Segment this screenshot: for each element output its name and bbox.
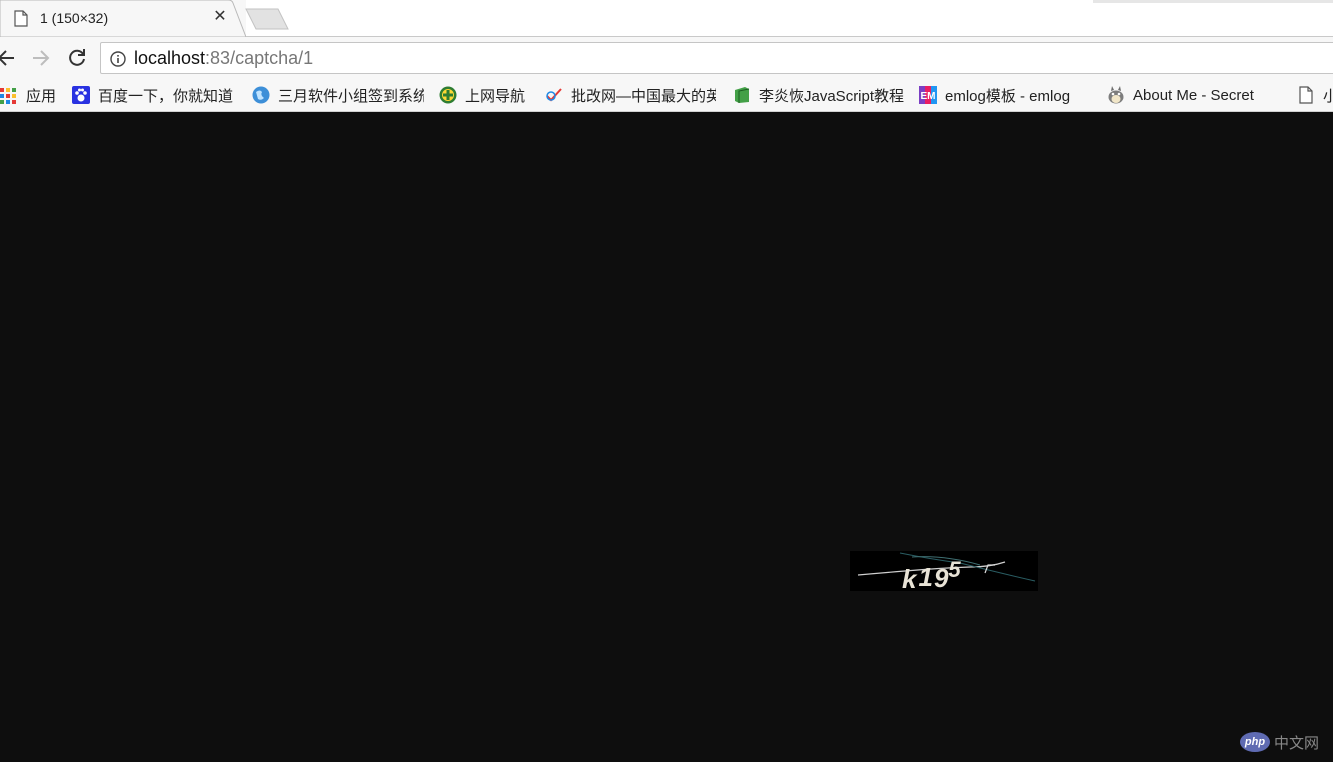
- page-icon: [14, 10, 28, 27]
- captcha-char: k: [902, 564, 918, 591]
- captcha-image: k195: [850, 551, 1038, 591]
- bookmark-label: 上网导航: [465, 87, 526, 105]
- forward-arrow-icon[interactable]: [28, 45, 54, 71]
- page-icon: [1299, 86, 1313, 104]
- bookmark-baidu[interactable]: 百度一下，你就知道: [72, 79, 233, 111]
- green-book-icon: [735, 87, 750, 103]
- pen-check-icon: [546, 88, 562, 102]
- bookmark-nav[interactable]: 上网导航: [439, 79, 525, 111]
- bookmark-label: emlog模板 - emlog: [945, 87, 1071, 105]
- captcha-char: 5: [948, 557, 961, 582]
- bookmark-signin-system[interactable]: 三月软件小组签到系统: [252, 79, 424, 111]
- watermark-text: 中文网: [1274, 734, 1320, 752]
- globe-icon: [252, 86, 270, 104]
- address-bar[interactable]: localhost:83/captcha/1: [100, 42, 1333, 74]
- bookmark-label: About Me - Secret: [1133, 86, 1254, 104]
- toolbar: localhost:83/captcha/1: [0, 37, 1333, 79]
- captcha-graphic: k195: [857, 552, 1036, 591]
- bookmark-label: 李炎恢JavaScript教程: [759, 87, 904, 105]
- baidu-paw-icon: [72, 86, 90, 104]
- bookmark-js-tutorial[interactable]: 李炎恢JavaScript教程: [733, 79, 904, 111]
- tab-title: 1 (150×32): [40, 10, 109, 26]
- tab-shape: [0, 0, 246, 37]
- url-text: localhost:83/captcha/1: [134, 48, 313, 69]
- bookmark-pigai[interactable]: 批改网—中国最大的英: [545, 79, 716, 111]
- bookmark-label: 三月软件小组签到系统: [278, 87, 424, 105]
- captcha-text: k195: [902, 557, 961, 591]
- bookmarks-bar: 应用 百度一下，你就知道 三月软件小组签到系统 上网导航 批改网—中国最大的英 …: [0, 79, 1333, 112]
- browser-chrome: 1 (150×32) ✕ localhost:83/captcha/1 应用 百…: [0, 0, 1333, 112]
- bookmark-label: 批改网—中国最大的英: [571, 87, 716, 105]
- reload-icon[interactable]: [64, 45, 90, 71]
- bookmark-label: 百度一下，你就知道: [98, 87, 234, 105]
- totoro-icon: [1108, 86, 1124, 104]
- bookmark-label: 应用: [26, 87, 57, 105]
- new-tab-button[interactable]: [244, 8, 290, 30]
- back-arrow-icon[interactable]: [0, 45, 20, 71]
- url-path: :83/captcha/1: [205, 48, 314, 68]
- url-host: localhost: [134, 48, 206, 68]
- tab-strip: 1 (150×32) ✕: [0, 0, 1333, 37]
- bookmark-label: 小: [1323, 87, 1333, 105]
- plus-circle-icon: [439, 86, 457, 104]
- php-logo: php: [1240, 732, 1270, 752]
- bookmark-emlog[interactable]: EM emlog模板 - emlog: [919, 79, 1087, 111]
- page-content: [0, 112, 1333, 762]
- em-logo-icon: EM: [919, 86, 937, 104]
- site-watermark: php 中文网: [1240, 731, 1319, 753]
- apps-grid-icon: [0, 88, 16, 104]
- info-icon[interactable]: [110, 51, 126, 67]
- captcha-char: 9: [934, 563, 949, 591]
- close-tab-icon[interactable]: ✕: [212, 9, 228, 25]
- window-edge: [1093, 0, 1333, 3]
- captcha-char: 1: [918, 562, 932, 591]
- active-tab[interactable]: 1 (150×32) ✕: [0, 0, 246, 37]
- bookmark-apps[interactable]: 应用: [0, 79, 56, 111]
- bookmark-about-me[interactable]: About Me - Secret: [1107, 79, 1279, 111]
- bookmark-page[interactable]: 小: [1297, 79, 1333, 111]
- svg-text:EM: EM: [921, 91, 936, 102]
